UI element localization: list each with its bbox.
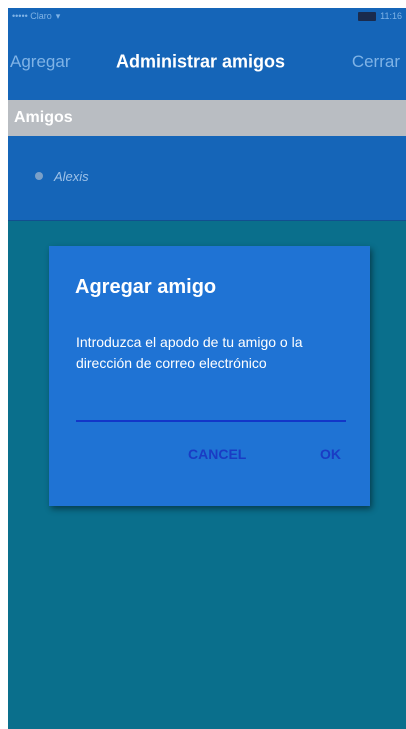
app-screen: ••••• Claro ▾ 11:16 Agregar Administrar … (8, 8, 406, 729)
page-title: Administrar amigos (116, 51, 286, 72)
friend-name: Alexis (54, 168, 89, 184)
friends-list: Alexis (8, 136, 406, 221)
carrier-label: ••••• Claro (12, 11, 52, 21)
cancel-button[interactable]: CANCEL (188, 446, 246, 462)
dialog-title: Agregar amigo (75, 276, 217, 298)
battery-icon (358, 11, 377, 21)
status-bar: ••••• Claro ▾ 11:16 (8, 8, 406, 24)
list-item[interactable]: Alexis (8, 164, 406, 188)
status-dot-icon (35, 172, 43, 180)
section-header-label: Amigos (14, 109, 73, 126)
close-nav-button[interactable]: Cerrar (352, 52, 400, 72)
add-nav-button[interactable]: Agregar (10, 52, 70, 72)
add-friend-dialog: Agregar amigo Introduzca el apodo de tu … (49, 246, 370, 506)
clock-label: 11:16 (380, 11, 402, 21)
friends-section-header: Amigos (8, 100, 406, 136)
dialog-message: Introduzca el apodo de tu amigo o la dir… (76, 334, 303, 371)
wifi-icon: ▾ (55, 10, 61, 21)
ok-button[interactable]: OK (320, 446, 341, 462)
navigation-bar: Agregar Administrar amigos Cerrar (8, 24, 406, 100)
friend-id-input[interactable] (76, 394, 346, 422)
